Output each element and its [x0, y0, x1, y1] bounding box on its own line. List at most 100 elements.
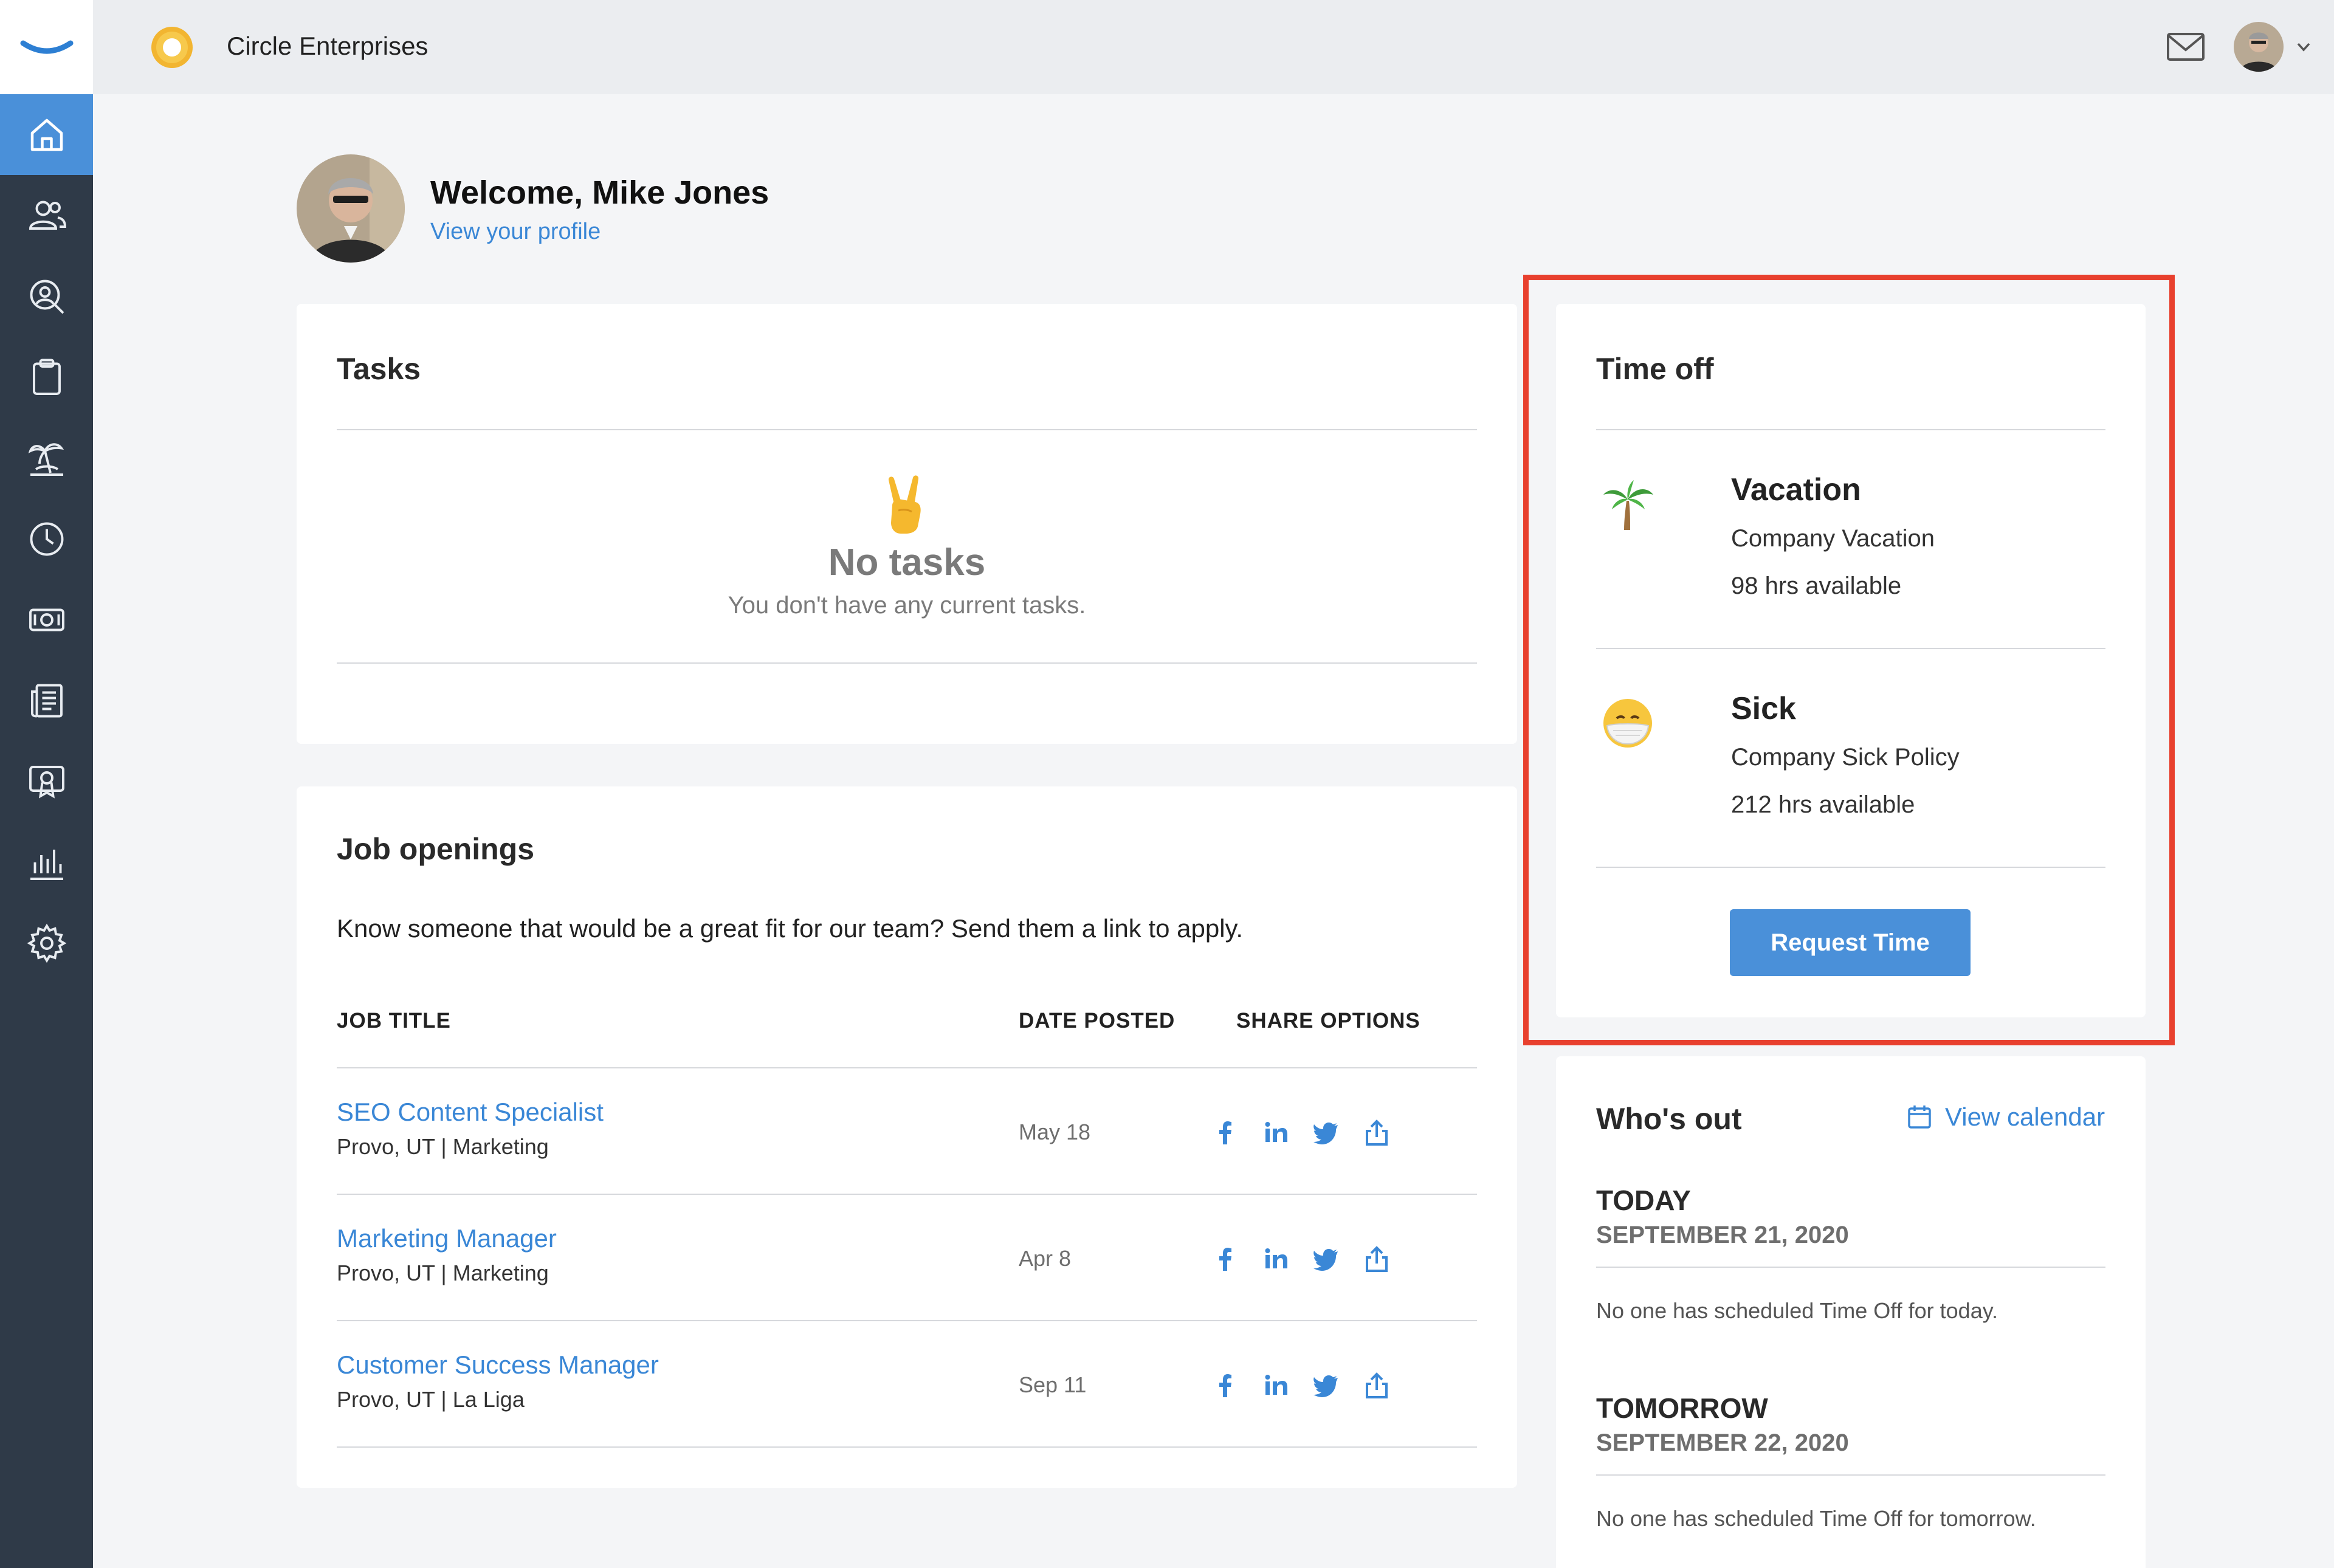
avatar-photo-icon: [2234, 22, 2284, 72]
linkedin-icon: [1265, 1122, 1287, 1142]
sidebar-item-news[interactable]: [0, 660, 93, 741]
facebook-icon: [1219, 1374, 1231, 1397]
column-header-date-posted: DATE POSTED: [1019, 1009, 1176, 1033]
sidebar-item-payroll[interactable]: [0, 579, 93, 660]
app-logo[interactable]: [0, 0, 93, 94]
column-header-job-title: JOB TITLE: [337, 1009, 451, 1033]
job-date-posted: Apr 8: [1019, 1246, 1072, 1271]
table-row: Customer Success Manager Provo, UT | La …: [337, 1321, 1477, 1448]
clipboard-icon: [32, 359, 61, 395]
job-title-link[interactable]: Marketing Manager: [337, 1224, 557, 1253]
job-date-posted: Sep 11: [1019, 1372, 1087, 1397]
tasks-divider-bottom: [337, 662, 1477, 664]
gear-icon: [27, 923, 66, 963]
share-icon: [1366, 1119, 1388, 1146]
job-location: Provo, UT | La Liga: [337, 1387, 525, 1412]
sidebar-item-directory[interactable]: [0, 256, 93, 337]
money-icon: [29, 608, 64, 631]
clock-icon: [30, 522, 63, 555]
whos-out-card: Who's out View calendar TODAY SEPTEMBER …: [1556, 1056, 2146, 1568]
time-off-divider-top: [1596, 429, 2105, 430]
time-off-divider-bottom: [1596, 867, 2105, 868]
job-title-link[interactable]: SEO Content Specialist: [337, 1098, 604, 1127]
user-search-icon: [30, 280, 64, 314]
time-off-title: Time off: [1596, 352, 1714, 386]
bar-chart-icon: [30, 849, 63, 880]
job-location: Provo, UT | Marketing: [337, 1260, 549, 1285]
share-linkedin-button[interactable]: [1260, 1243, 1292, 1275]
share-facebook-button[interactable]: [1210, 1370, 1241, 1401]
twitter-icon: [1313, 1249, 1338, 1271]
sick-name: Sick: [1731, 691, 1796, 726]
sidebar-item-people[interactable]: [0, 175, 93, 256]
sidebar: [0, 0, 93, 1568]
facebook-icon: [1219, 1121, 1231, 1144]
job-openings-title: Job openings: [337, 832, 534, 866]
time-off-card: Time off Vacation Company Vacation 98 hr…: [1556, 304, 2146, 1017]
share-linkedin-button[interactable]: [1260, 1370, 1292, 1401]
mask-face-emoji-icon: [1603, 699, 1652, 748]
share-link-button[interactable]: [1361, 1370, 1392, 1401]
share-twitter-button[interactable]: [1310, 1117, 1342, 1149]
share-facebook-button[interactable]: [1210, 1243, 1241, 1275]
top-bar: Circle Enterprises: [93, 0, 2334, 94]
sidebar-item-tasks[interactable]: [0, 337, 93, 418]
news-icon: [30, 684, 63, 717]
twitter-icon: [1313, 1123, 1338, 1144]
job-title-link[interactable]: Customer Success Manager: [337, 1350, 659, 1380]
app-root: Circle Enterprises Welcome, Mike Jones V…: [0, 0, 2334, 1568]
welcome-title: Welcome, Mike Jones: [430, 174, 769, 211]
share-icon: [1366, 1372, 1388, 1398]
smile-logo-icon: [20, 40, 73, 53]
view-profile-link[interactable]: View your profile: [430, 219, 601, 245]
linkedin-icon: [1265, 1375, 1287, 1395]
company-logo-icon: [151, 27, 193, 68]
request-time-button[interactable]: Request Time: [1730, 909, 1971, 976]
tomorrow-divider: [1596, 1474, 2105, 1476]
column-header-share-options: SHARE OPTIONS: [1236, 1009, 1420, 1033]
company-name: Circle Enterprises: [227, 32, 429, 60]
tomorrow-label: TOMORROW: [1596, 1392, 1768, 1424]
twitter-icon: [1313, 1375, 1338, 1397]
share-linkedin-button[interactable]: [1260, 1117, 1292, 1149]
profile-photo-icon: [297, 154, 405, 263]
job-date-posted: May 18: [1019, 1119, 1091, 1144]
tasks-title: Tasks: [337, 352, 421, 386]
share-link-button[interactable]: [1361, 1117, 1392, 1149]
facebook-icon: [1219, 1248, 1231, 1271]
view-calendar-link[interactable]: View calendar: [1906, 1102, 2105, 1132]
table-row: SEO Content Specialist Provo, UT | Marke…: [337, 1068, 1477, 1195]
no-tasks-title: No tasks: [828, 542, 986, 583]
sick-policy: Company Sick Policy: [1731, 744, 1960, 771]
today-label: TODAY: [1596, 1185, 1691, 1216]
sidebar-item-settings[interactable]: [0, 903, 93, 983]
share-link-button[interactable]: [1361, 1243, 1392, 1275]
tasks-divider-top: [337, 429, 1477, 430]
sidebar-item-time-tracking[interactable]: [0, 498, 93, 579]
tasks-card: Tasks No tasks You don't have any curren…: [297, 304, 1517, 744]
share-twitter-button[interactable]: [1310, 1243, 1342, 1275]
home-icon: [30, 119, 63, 151]
vacation-hours: 98 hrs available: [1731, 573, 1902, 599]
mail-icon[interactable]: [2166, 30, 2206, 63]
profile-avatar[interactable]: [297, 154, 405, 263]
row-divider: [337, 1446, 1477, 1448]
share-facebook-button[interactable]: [1210, 1117, 1241, 1149]
chevron-down-icon[interactable]: [2294, 38, 2313, 56]
sidebar-item-training[interactable]: [0, 741, 93, 822]
user-avatar[interactable]: [2234, 22, 2284, 72]
vacation-policy: Company Vacation: [1731, 525, 1935, 552]
sick-hours: 212 hrs available: [1731, 791, 1915, 818]
today-note: No one has scheduled Time Off for today.: [1596, 1298, 1998, 1323]
sidebar-item-home[interactable]: [0, 94, 93, 175]
vacation-name: Vacation: [1731, 472, 1861, 507]
time-off-divider-middle: [1596, 648, 2105, 649]
job-openings-intro: Know someone that would be a great fit f…: [337, 914, 1244, 943]
today-date: SEPTEMBER 21, 2020: [1596, 1222, 1849, 1248]
sidebar-item-reports[interactable]: [0, 822, 93, 903]
sidebar-item-time-off[interactable]: [0, 418, 93, 498]
whos-out-title: Who's out: [1596, 1102, 1742, 1136]
share-twitter-button[interactable]: [1310, 1370, 1342, 1401]
palm-tree-icon: [28, 442, 64, 476]
calendar-icon: [1908, 1106, 1931, 1129]
